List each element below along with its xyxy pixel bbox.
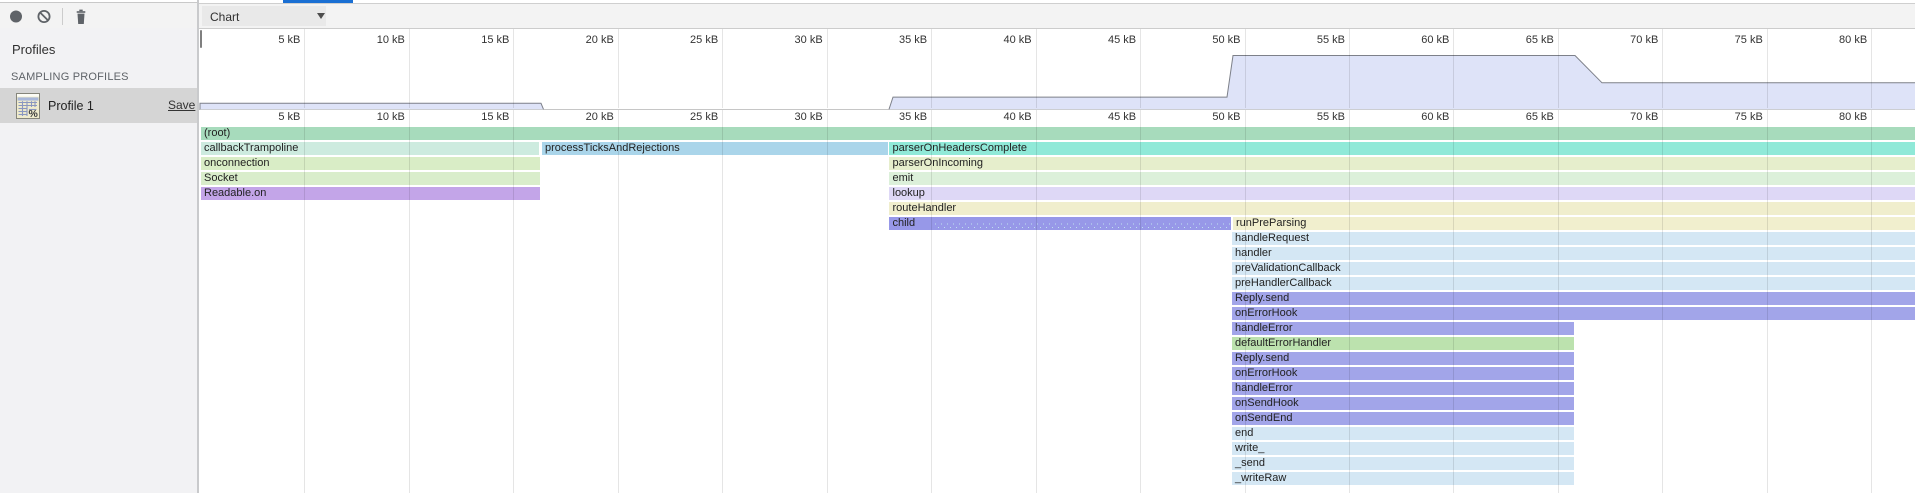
svg-text:%: % xyxy=(29,108,39,119)
